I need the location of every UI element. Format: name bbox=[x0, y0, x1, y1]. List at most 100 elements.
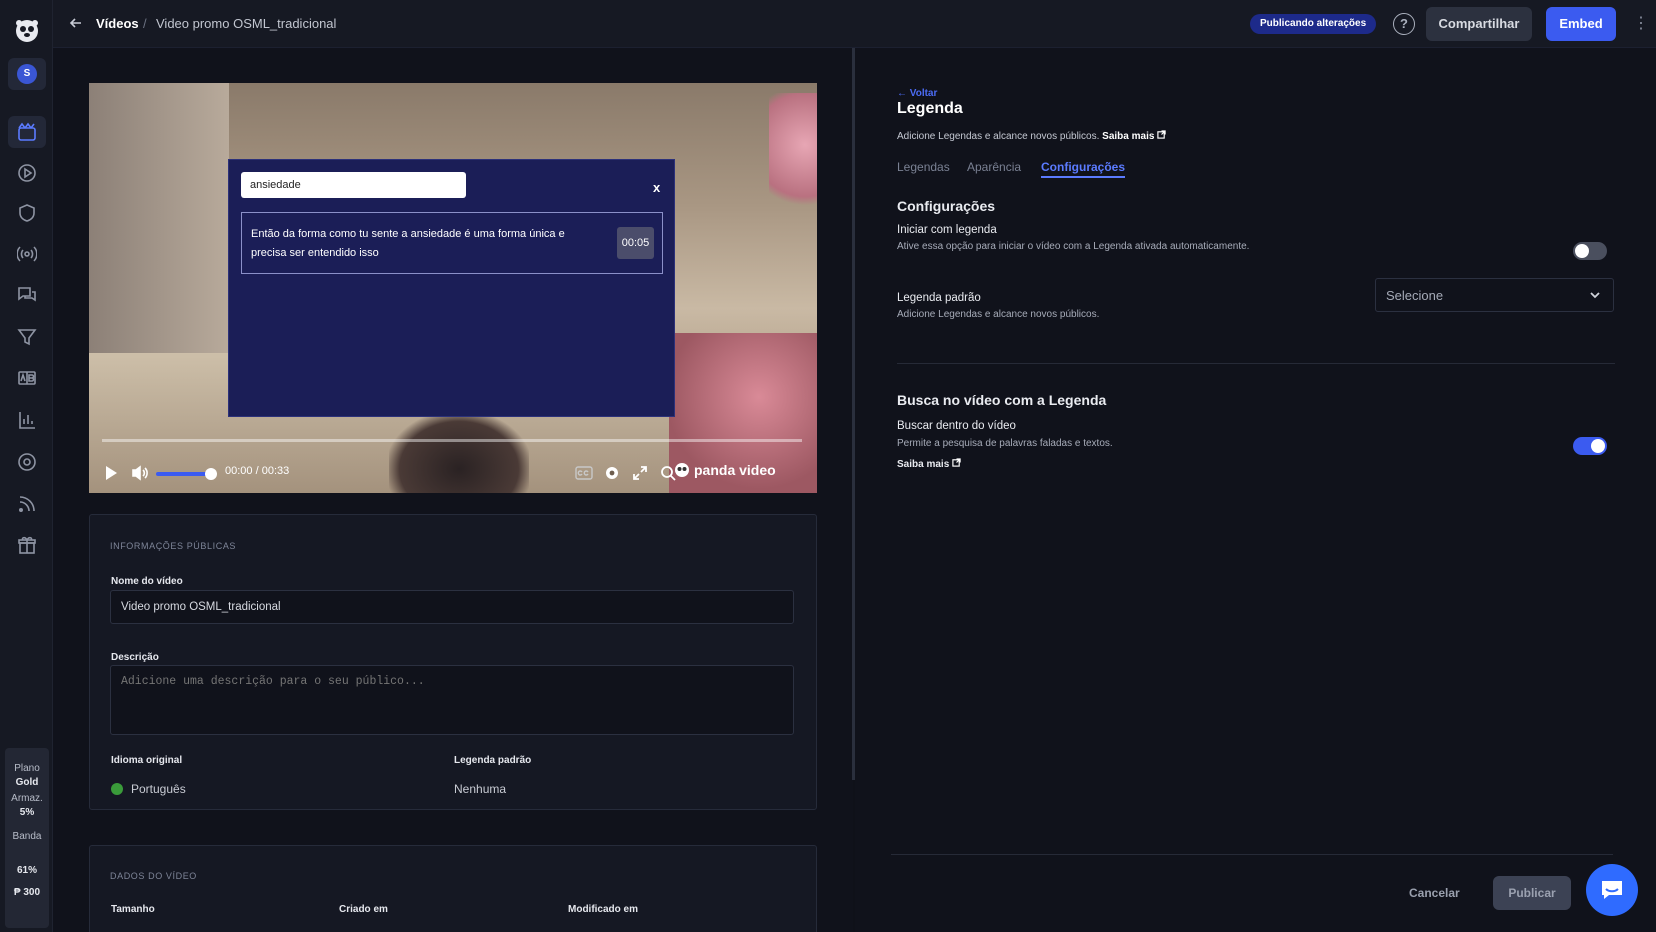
live-icon[interactable] bbox=[14, 241, 40, 267]
default-subtitle-value: Nenhuma bbox=[454, 782, 507, 796]
avatar-initial: S bbox=[17, 64, 37, 84]
video-progress-bar[interactable] bbox=[102, 439, 802, 442]
search-section-title: Busca no vídeo com a Legenda bbox=[897, 392, 1107, 408]
public-info-title: INFORMAÇÕES PÚBLICAS bbox=[110, 541, 237, 551]
created-label: Criado em bbox=[339, 904, 388, 915]
back-arrow-icon[interactable] bbox=[67, 14, 85, 35]
cancel-button[interactable]: Cancelar bbox=[1409, 886, 1460, 900]
video-player[interactable]: x Então da forma como tu sente a ansieda… bbox=[89, 83, 817, 493]
video-data-card: DADOS DO VÍDEO Tamanho Criado em Modific… bbox=[89, 845, 817, 932]
tab-configuracoes[interactable]: Configurações bbox=[1041, 160, 1126, 178]
learn-more-link[interactable]: Saiba mais bbox=[1102, 131, 1154, 142]
breadcrumb-current: Video promo OSML_tradicional bbox=[156, 16, 337, 31]
subtitle-search-panel: x Então da forma como tu sente a ansieda… bbox=[228, 159, 675, 417]
plan-usage-card: Plano Gold Armaz. 5% Banda 61% ₱ 300 bbox=[5, 748, 49, 928]
embed-button[interactable]: Embed bbox=[1546, 7, 1616, 41]
plan-label: Plano bbox=[14, 763, 40, 774]
external-link-icon bbox=[1157, 130, 1166, 139]
video-frame-person bbox=[389, 413, 529, 493]
ab-test-icon[interactable] bbox=[14, 365, 40, 391]
search-result-item[interactable]: Então da forma como tu sente a ansiedade… bbox=[241, 212, 663, 274]
share-button[interactable]: Compartilhar bbox=[1426, 7, 1532, 41]
shield-icon[interactable] bbox=[14, 200, 40, 226]
plan-name: Gold bbox=[15, 777, 39, 788]
breadcrumb-videos[interactable]: Vídeos bbox=[96, 16, 139, 31]
time-separator: / bbox=[255, 465, 259, 477]
default-subtitle-title: Legenda padrão bbox=[897, 292, 981, 304]
tab-aparencia[interactable]: Aparência bbox=[967, 160, 1021, 174]
start-with-subtitle-toggle[interactable] bbox=[1573, 242, 1607, 260]
workspace-avatar[interactable]: S bbox=[8, 58, 46, 90]
modified-label: Modificado em bbox=[568, 904, 639, 915]
video-name-label: Nome do vídeo bbox=[111, 576, 183, 587]
start-with-subtitle-desc: Ative essa opção para iniciar o vídeo co… bbox=[897, 241, 1250, 252]
storage-value: 5% bbox=[19, 807, 35, 818]
settings-gear-icon[interactable] bbox=[604, 465, 620, 484]
select-value: Selecione bbox=[1386, 288, 1444, 303]
default-subtitle-label: Legenda padrão bbox=[454, 755, 532, 766]
default-subtitle-select[interactable]: Selecione bbox=[1375, 278, 1614, 312]
default-subtitle-desc: Adicione Legendas e alcance novos públic… bbox=[897, 309, 1100, 320]
time-display: 00:00 / 00:33 bbox=[225, 465, 289, 477]
toggle-knob bbox=[1591, 439, 1605, 453]
search-result-timestamp[interactable]: 00:05 bbox=[617, 227, 654, 259]
chat-support-button[interactable] bbox=[1586, 864, 1638, 916]
description-textarea[interactable] bbox=[110, 665, 794, 735]
search-learn-more-text: Saiba mais bbox=[897, 459, 950, 470]
panel-subtitle: Adicione Legendas e alcance novos públic… bbox=[897, 130, 1166, 142]
close-search-button[interactable]: x bbox=[653, 180, 660, 195]
size-label: Tamanho bbox=[111, 904, 155, 915]
back-link[interactable]: ← Voltar bbox=[897, 88, 937, 99]
description-label: Descrição bbox=[111, 652, 159, 663]
rss-icon[interactable] bbox=[14, 491, 40, 517]
gift-icon[interactable] bbox=[14, 532, 40, 558]
help-icon[interactable]: ? bbox=[1393, 13, 1415, 35]
funnel-icon[interactable] bbox=[14, 324, 40, 350]
storage-label: Armaz. bbox=[11, 793, 43, 804]
bandwidth-value: 61% bbox=[16, 865, 37, 876]
panda-logo-icon[interactable] bbox=[14, 18, 40, 44]
fullscreen-icon[interactable] bbox=[632, 465, 648, 484]
video-details-column: x Então da forma como tu sente a ansieda… bbox=[53, 48, 853, 932]
settings-icon[interactable] bbox=[14, 449, 40, 475]
search-inside-video-desc: Permite a pesquisa de palavras faladas e… bbox=[897, 438, 1113, 449]
panel-subtitle-text: Adicione Legendas e alcance novos públic… bbox=[897, 131, 1100, 142]
volume-icon[interactable] bbox=[131, 465, 149, 484]
volume-slider[interactable] bbox=[156, 472, 211, 476]
comments-icon[interactable] bbox=[14, 282, 40, 308]
video-frame-background bbox=[89, 83, 229, 383]
footer-divider bbox=[891, 854, 1613, 855]
bandwidth-label: Banda bbox=[12, 831, 42, 842]
play-icon[interactable] bbox=[14, 160, 40, 186]
start-with-subtitle-title: Iniciar com legenda bbox=[897, 224, 997, 236]
search-result-text: Então da forma como tu sente a ansiedade… bbox=[251, 228, 565, 259]
more-options-icon[interactable]: ⋮ bbox=[1633, 14, 1649, 34]
captions-icon[interactable] bbox=[575, 465, 593, 484]
sidebar: S Plano Gold Armaz. 5% Banda 61% ₱ 300 bbox=[0, 0, 53, 932]
public-info-card: INFORMAÇÕES PÚBLICAS Nome do vídeo Descr… bbox=[89, 514, 817, 810]
publish-button[interactable]: Publicar bbox=[1493, 876, 1571, 910]
panda-video-brand[interactable]: panda video bbox=[674, 462, 776, 478]
video-name-input[interactable] bbox=[110, 590, 794, 624]
videos-icon[interactable] bbox=[8, 116, 46, 148]
brand-name: panda video bbox=[694, 462, 776, 478]
search-inside-video-toggle[interactable] bbox=[1573, 437, 1607, 455]
original-language-value: Português bbox=[131, 782, 186, 796]
credits-value: ₱ 300 bbox=[13, 887, 41, 898]
volume-slider-handle[interactable] bbox=[205, 468, 217, 480]
search-inside-video-title: Buscar dentro do vídeo bbox=[897, 420, 1016, 432]
analytics-icon[interactable] bbox=[14, 407, 40, 433]
chat-bubble-icon bbox=[1602, 881, 1622, 899]
tab-legendas[interactable]: Legendas bbox=[897, 160, 950, 174]
publishing-status-badge: Publicando alterações bbox=[1250, 14, 1377, 34]
section-divider bbox=[897, 363, 1615, 364]
subtitle-settings-panel: ← Voltar Legenda Adicione Legendas e alc… bbox=[855, 48, 1656, 932]
video-frame-flowers bbox=[769, 93, 817, 223]
top-bar: Vídeos / Video promo OSML_tradicional Pu… bbox=[53, 0, 1656, 48]
external-link-icon bbox=[952, 458, 961, 467]
play-icon[interactable] bbox=[103, 465, 119, 484]
search-learn-more-link[interactable]: Saiba mais bbox=[897, 458, 961, 470]
breadcrumb-separator: / bbox=[143, 16, 147, 31]
chevron-down-icon bbox=[1589, 289, 1601, 304]
subtitle-search-input[interactable] bbox=[241, 172, 466, 198]
